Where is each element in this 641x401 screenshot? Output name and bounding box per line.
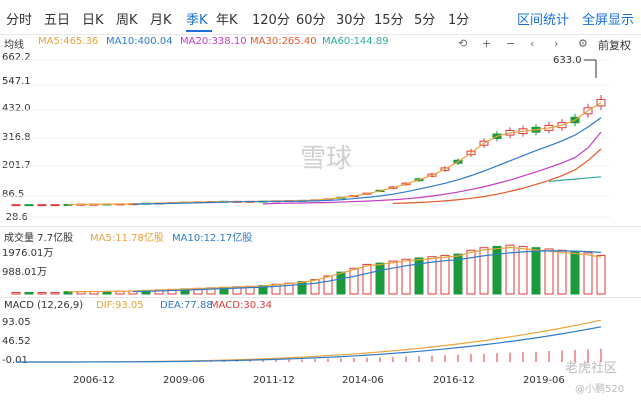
volume-bar [349,267,359,295]
volume-bar [570,251,580,295]
volume-bar [479,247,489,295]
max-price-label: 633.0 [553,55,582,66]
volume-bar [583,252,593,295]
volume-bar [323,275,333,295]
volume-bar [362,263,372,295]
volume-bar [518,245,528,295]
volume-bar [596,254,606,295]
volume-bar [24,291,34,295]
volume-bar [50,291,60,295]
volume-bar [297,281,307,295]
candle [11,204,21,207]
volume-bar [37,291,47,295]
volume-bar [11,291,21,295]
candle [50,204,60,207]
candle [37,204,47,207]
volume-bar [531,247,541,295]
ma-line-ma20 [262,131,602,205]
kline-chart[interactable]: 633.0 [0,0,641,401]
ma-line-ma30 [392,148,602,205]
volume-bar [310,279,320,295]
volume-bar [336,271,346,295]
volume-bar [544,248,554,295]
volume-bar [388,260,398,295]
ma-line-ma5 [67,102,602,206]
volume-bar [375,262,385,295]
volume-bar [401,258,411,295]
volume-bar [557,249,567,295]
candle [24,204,34,207]
